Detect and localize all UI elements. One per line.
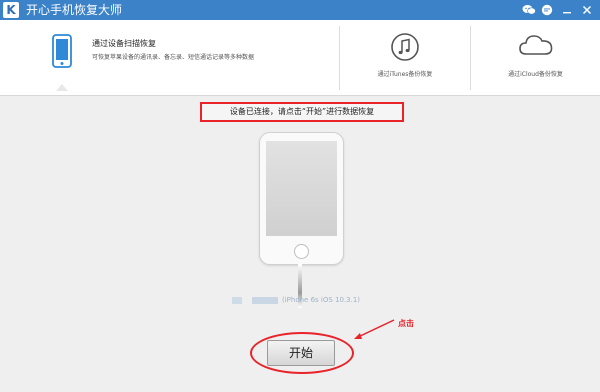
mode-icloud-label: 通过iCloud备份恢复: [508, 71, 563, 78]
annotation-circle: [250, 332, 354, 374]
redacted-name: [232, 296, 242, 304]
mode-itunes-backup[interactable]: 通过iTunes备份恢复: [340, 20, 470, 95]
mode-scan-title: 通过设备扫描恢复: [92, 39, 156, 48]
phone-icon: [52, 34, 72, 68]
selected-caret: [56, 84, 68, 91]
mode-scan-desc: 可恢复苹果设备的通讯录、备忘录、短信通话记录等多种数据: [92, 54, 255, 61]
device-screen: [266, 141, 337, 236]
music-note-icon: [391, 33, 419, 61]
message-icon[interactable]: [538, 0, 556, 20]
annotation-arrow-icon: [354, 319, 395, 339]
mode-itunes-label: 通过iTunes备份恢复: [377, 71, 433, 78]
app-title: 开心手机恢复大师: [26, 3, 123, 17]
wechat-icon[interactable]: [520, 0, 538, 20]
home-button: [294, 244, 309, 259]
redacted-name: [252, 296, 278, 304]
connection-status: 设备已连接，请点击“开始”进行数据恢复: [200, 102, 404, 122]
logo-icon: K: [3, 2, 19, 18]
annotation-text: 点击: [398, 319, 414, 328]
mode-device-scan[interactable]: 通过设备扫描恢复 可恢复苹果设备的通讯录、备忘录、短信通话记录等多种数据: [0, 20, 339, 95]
cloud-icon: [518, 35, 552, 55]
device-illustration: [259, 132, 344, 265]
device-info: (iPhone 6s iOS 10.3.1): [232, 296, 360, 306]
device-model: (iPhone 6s iOS 10.3.1): [282, 296, 361, 304]
title-bar: K 开心手机恢复大师: [0, 0, 600, 20]
mode-bar: 通过设备扫描恢复 可恢复苹果设备的通讯录、备忘录、短信通话记录等多种数据 通过i…: [0, 20, 600, 96]
close-icon[interactable]: [578, 0, 596, 20]
mode-icloud-backup[interactable]: 通过iCloud备份恢复: [471, 20, 600, 95]
minimize-icon[interactable]: [558, 0, 576, 20]
